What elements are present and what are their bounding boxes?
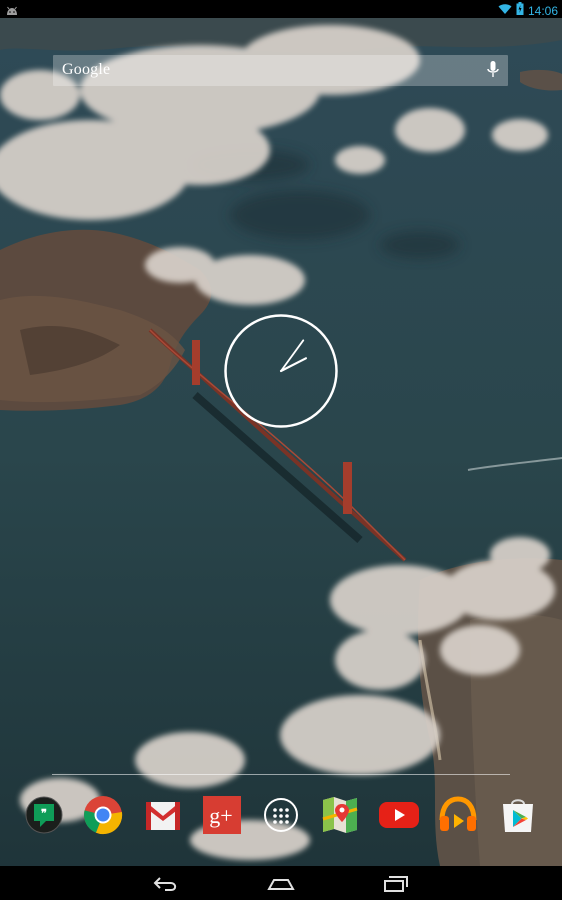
svg-text:g+: g+ <box>209 803 232 828</box>
google-plus-icon[interactable]: g+ <box>200 790 244 840</box>
analog-clock-widget[interactable] <box>223 313 339 429</box>
battery-charging-icon <box>516 2 524 20</box>
status-time: 14:06 <box>527 4 558 18</box>
chrome-icon[interactable] <box>81 790 125 840</box>
google-logo: Google <box>62 61 111 78</box>
maps-icon[interactable] <box>318 790 362 840</box>
android-notification-icon <box>5 3 19 21</box>
navigation-bar <box>0 866 562 900</box>
youtube-icon[interactable] <box>377 790 421 840</box>
svg-text:❞: ❞ <box>41 808 47 820</box>
wifi-icon <box>498 2 512 20</box>
microphone-icon[interactable] <box>487 61 499 84</box>
recents-icon[interactable] <box>381 874 411 894</box>
dock-divider <box>52 774 510 775</box>
home-icon[interactable] <box>266 874 296 894</box>
play-store-icon[interactable] <box>496 790 540 840</box>
gmail-icon[interactable] <box>141 790 185 840</box>
back-icon[interactable] <box>151 874 181 894</box>
wallpaper <box>0 0 562 900</box>
play-music-icon[interactable] <box>436 790 480 840</box>
status-bar[interactable]: 14:06 <box>0 0 562 18</box>
all-apps-icon[interactable] <box>259 790 303 840</box>
google-search-bar[interactable]: Google <box>53 55 508 86</box>
dock: ❞ g+ <box>0 790 562 842</box>
hangouts-icon[interactable]: ❞ <box>22 790 66 840</box>
